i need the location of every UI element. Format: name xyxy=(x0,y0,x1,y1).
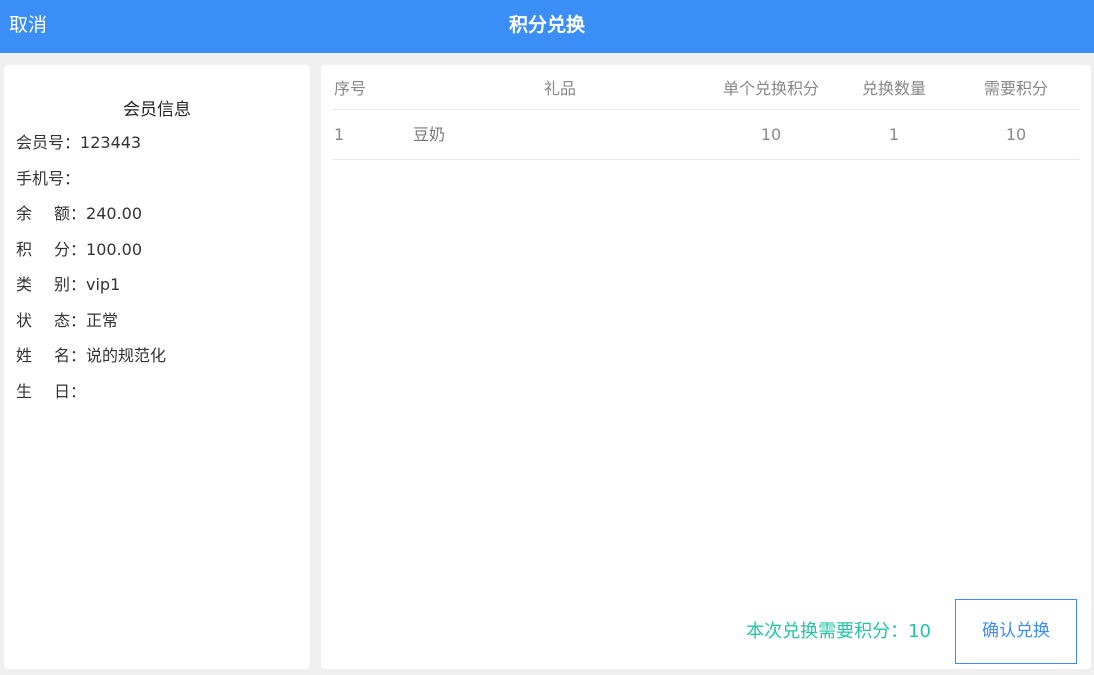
row-quantity: 1 xyxy=(888,125,900,144)
column-header-unit-points: 单个兑换积分 xyxy=(722,79,819,98)
member-id-row: 会员号：123443 xyxy=(16,132,166,168)
table-row[interactable]: 1 豆奶 10 1 10 xyxy=(333,110,1079,160)
row-unit-points: 10 xyxy=(760,125,782,144)
colon: ： xyxy=(70,204,87,223)
member-info-heading: 会员信息 xyxy=(123,100,191,120)
cancel-button[interactable]: 取消 xyxy=(9,0,47,53)
phone-row: 手机号： xyxy=(16,168,166,204)
name-value: 说的规范化 xyxy=(86,346,167,365)
member-info-list: 会员号：123443 手机号： 余额：240.00 积分：100.00 类别：v… xyxy=(16,132,166,416)
balance-value: 240.00 xyxy=(86,204,142,223)
confirm-exchange-button[interactable]: 确认兑换 xyxy=(955,599,1077,664)
birthday-label: 生日 xyxy=(16,381,70,401)
points-label: 积分 xyxy=(16,239,70,259)
table-header: 序号 礼品 单个兑换积分 兑换数量 需要积分 xyxy=(333,65,1079,110)
colon: ： xyxy=(70,310,87,330)
colon: ： xyxy=(64,133,81,152)
category-value: vip1 xyxy=(86,275,121,294)
birthday-row: 生日： xyxy=(16,381,166,417)
colon: ： xyxy=(70,381,87,401)
column-header-total-points: 需要积分 xyxy=(983,79,1048,98)
total-points-label: 本次兑换需要积分： xyxy=(746,621,909,642)
total-points-summary: 本次兑换需要积分：10 xyxy=(731,617,931,647)
balance-row: 余额：240.00 xyxy=(16,203,166,239)
row-gift: 豆奶 xyxy=(413,125,446,144)
top-bar: 积分兑换 取消 xyxy=(0,0,1094,53)
row-index: 1 xyxy=(334,125,345,144)
name-label: 姓名 xyxy=(16,346,70,365)
colon: ： xyxy=(64,168,81,188)
name-row: 姓名：说的规范化 xyxy=(16,345,166,381)
points-row: 积分：100.00 xyxy=(16,239,166,275)
colon: ： xyxy=(70,346,87,365)
status-label: 状态 xyxy=(16,310,70,330)
points-value: 100.00 xyxy=(86,239,142,259)
category-row: 类别：vip1 xyxy=(16,274,166,310)
phone-label: 手机号 xyxy=(16,168,65,188)
total-points-value: 10 xyxy=(908,621,931,642)
exchange-panel: 序号 礼品 单个兑换积分 兑换数量 需要积分 1 豆奶 10 1 10 本次兑换… xyxy=(321,65,1091,669)
column-header-gift: 礼品 xyxy=(543,79,576,98)
colon: ： xyxy=(70,239,87,259)
balance-label: 余额 xyxy=(16,204,70,223)
member-id-label: 会员号 xyxy=(16,133,65,152)
status-value: 正常 xyxy=(86,310,119,330)
row-total-points: 10 xyxy=(1005,125,1027,144)
page-title: 积分兑换 xyxy=(508,14,585,36)
colon: ： xyxy=(70,275,87,294)
category-label: 类别 xyxy=(16,275,70,294)
column-header-quantity: 兑换数量 xyxy=(861,79,926,98)
member-info-panel: 会员信息 会员号：123443 手机号： 余额：240.00 积分：100.00… xyxy=(4,65,310,669)
status-row: 状态：正常 xyxy=(16,310,166,346)
column-header-index: 序号 xyxy=(334,79,367,98)
member-id-value: 123443 xyxy=(80,133,142,152)
